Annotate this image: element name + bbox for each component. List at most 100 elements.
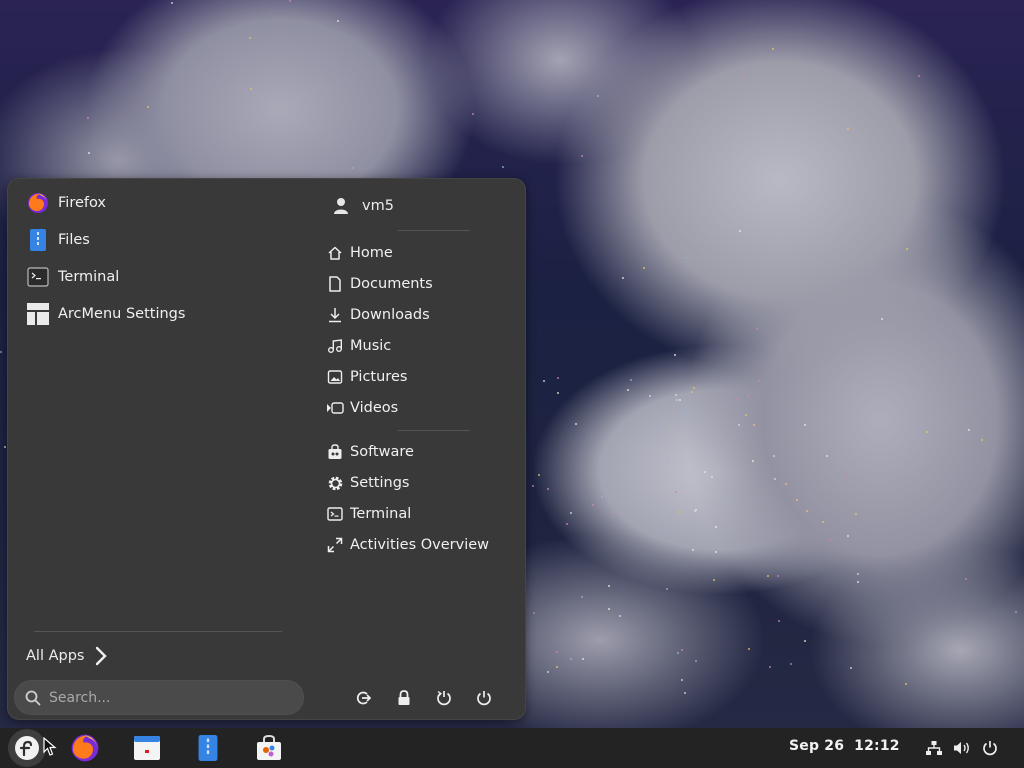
system-item-settings[interactable]: Settings [322,469,522,497]
wallpaper-star [849,666,852,669]
place-label: Music [350,338,392,354]
power-off-button[interactable] [468,684,500,712]
wallpaper-star [904,682,907,685]
system-item-software[interactable]: Software [322,438,522,466]
place-label: Home [350,245,393,261]
place-item-home[interactable]: Home [322,239,522,267]
wallpaper-star [846,534,849,537]
place-label: Downloads [350,307,430,323]
wallpaper-star [608,607,611,610]
wallpaper-star [751,459,754,462]
taskbar-firefox[interactable] [69,732,101,764]
firefox-icon [71,734,99,762]
clock-time: 12:12 [854,738,900,754]
wallpaper-star [773,478,776,481]
chevron-right-icon [96,646,108,666]
mouse-cursor-icon [43,737,57,756]
wallpaper-star [714,525,717,528]
lock-button[interactable] [388,684,420,712]
taskbar-calendar-app[interactable] [131,732,163,764]
wallpaper-star [684,410,687,413]
place-item-videos[interactable]: Videos [322,394,522,422]
wallpaper-star [626,389,629,392]
wallpaper-star [683,691,686,694]
all-apps-label: All Apps [26,648,85,664]
restart-button[interactable] [428,684,460,712]
place-item-downloads[interactable]: Downloads [322,301,522,329]
app-label: ArcMenu Settings [58,306,186,322]
app-item-files[interactable]: Files [18,223,298,257]
app-label: Files [58,232,90,248]
wallpaper-star [678,510,681,513]
place-label: Videos [350,400,399,416]
divider [34,631,282,632]
user-button[interactable]: vm5 [324,189,394,223]
wallpaper-star [546,670,549,673]
place-item-documents[interactable]: Documents [322,270,522,298]
wallpaper-star [610,511,613,514]
wallpaper-star [87,151,90,154]
files-icon [26,228,50,252]
network-icon [926,741,942,755]
system-item-terminal[interactable]: Terminal [322,500,522,528]
wallpaper-star [569,657,572,660]
all-apps-button[interactable]: All Apps [18,639,138,673]
clock[interactable]: Sep 26 12:12 [789,738,900,754]
wallpaper-star [680,649,683,652]
gear-icon [326,474,344,492]
place-item-pictures[interactable]: Pictures [322,363,522,391]
wallpaper-star [556,376,559,379]
app-item-firefox[interactable]: Firefox [18,186,298,220]
document-icon [326,275,344,293]
wallpaper-star [710,475,713,478]
system-label: Settings [350,475,410,491]
power-icon [983,741,997,756]
wallpaper-star [601,495,603,498]
wallpaper-star [768,665,771,668]
system-label: Activities Overview [350,537,490,553]
search-field[interactable] [14,680,304,715]
wallpaper-star [825,454,828,457]
wallpaper-star [967,428,970,431]
log-out-button[interactable] [348,684,380,712]
home-icon [326,244,344,262]
wallpaper-star [704,470,707,473]
wallpaper-star [691,390,694,393]
app-item-arcmenu-settings[interactable]: ArcMenu Settings [18,297,298,331]
system-label: Terminal [350,506,412,522]
arcmenu-launcher-icon [15,736,39,760]
search-input[interactable] [49,689,279,706]
app-item-terminal[interactable]: Terminal [18,260,298,294]
volume-indicator[interactable] [952,738,972,758]
wallpaper-star [580,155,583,158]
taskbar: Sep 26 12:12 [0,728,1024,768]
wallpaper-star [532,612,535,614]
lock-icon [398,690,410,705]
wallpaper-star [881,317,884,320]
divider [398,230,470,231]
wallpaper-star [565,522,568,525]
wallpaper-star [581,657,584,660]
wallpaper-star [315,174,318,177]
taskbar-software[interactable] [253,732,285,764]
places-column: vm5 Home Documents Downloads Music Pictu… [318,179,527,719]
arcmenu-launcher-button[interactable] [8,729,46,767]
wallpaper-star [980,438,983,441]
software-icon [326,443,344,461]
power-indicator[interactable] [980,738,1000,758]
wallpaper-star [146,105,149,108]
wallpaper-star [675,398,678,401]
wallpaper-star [758,379,761,382]
system-item-activities-overview[interactable]: Activities Overview [322,531,522,559]
place-item-music[interactable]: Music [322,332,522,360]
wallpaper-star [735,397,738,400]
taskbar-files[interactable] [192,732,224,764]
wallpaper-star [678,398,681,401]
place-label: Pictures [350,369,408,385]
wallpaper-star [795,498,798,501]
search-icon [25,690,41,705]
calendar-app-icon [134,736,160,760]
arc-menu: Firefox Files Terminal ArcMenu Settings … [7,178,526,720]
wallpaper-star [855,512,858,515]
network-indicator[interactable] [924,738,944,758]
